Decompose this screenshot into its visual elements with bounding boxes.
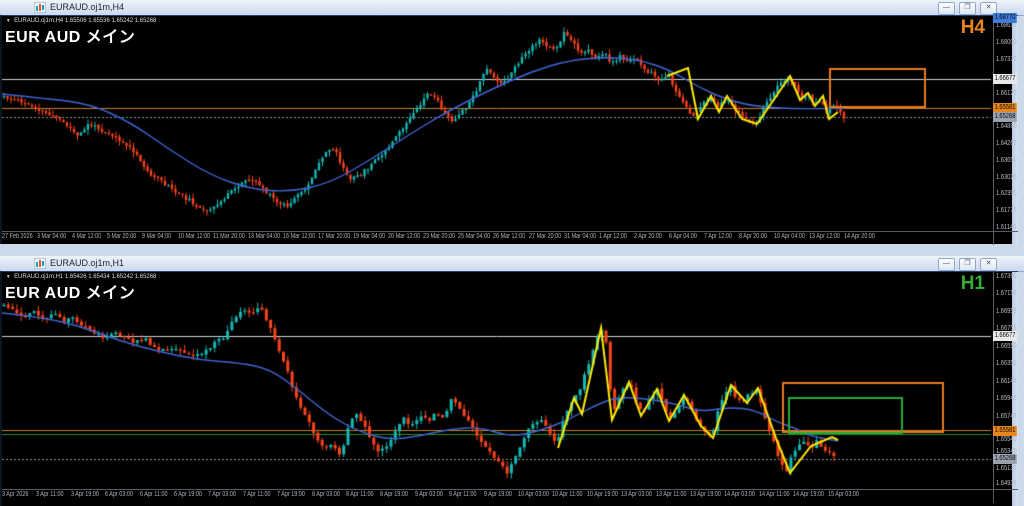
timeframe-label-h1: H1 [960,273,985,294]
chart-workspace: EURAUD.oj1m,H4 — ❐ ✕ ▼ EURAUD.oj1m,H4 1.… [0,0,1024,506]
chart-watermark-label: EUR AUD メイン [5,285,136,302]
timeframe-label-h4: H4 [960,17,985,38]
chart-watermark-label: EUR AUD メイン [5,29,136,46]
chart-canvas[interactable] [0,0,1024,506]
